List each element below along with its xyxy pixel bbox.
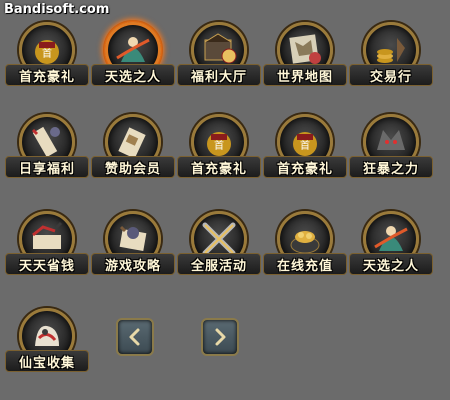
feature-button[interactable]: 首首充豪礼 bbox=[263, 110, 347, 182]
feature-button[interactable]: 赞助会员 bbox=[91, 110, 175, 182]
svg-text:首: 首 bbox=[42, 47, 52, 60]
feature-label: 首充豪礼 bbox=[263, 156, 347, 178]
feature-label: 日享福利 bbox=[5, 156, 89, 178]
feature-button[interactable]: 交易行 bbox=[349, 18, 433, 90]
chevron-right-icon bbox=[215, 328, 226, 346]
feature-button[interactable]: 狂暴之力 bbox=[349, 110, 433, 182]
feature-button[interactable]: 天选之人 bbox=[91, 18, 175, 90]
feature-label: 全服活动 bbox=[177, 253, 261, 275]
feature-label: 游戏攻略 bbox=[91, 253, 175, 275]
feature-button[interactable]: 游戏攻略 bbox=[91, 207, 175, 279]
feature-label: 交易行 bbox=[349, 64, 433, 86]
feature-button[interactable]: 天天省钱 bbox=[5, 207, 89, 279]
feature-button[interactable]: 天选之人 bbox=[349, 207, 433, 279]
feature-label: 仙宝收集 bbox=[5, 350, 89, 372]
feature-button[interactable]: 首首充豪礼 bbox=[177, 110, 261, 182]
feature-label: 首充豪礼 bbox=[177, 156, 261, 178]
prev-page-button[interactable] bbox=[116, 318, 154, 356]
feature-label: 赞助会员 bbox=[91, 156, 175, 178]
feature-button[interactable]: 世界地图 bbox=[263, 18, 347, 90]
feature-button[interactable]: 首首充豪礼 bbox=[5, 18, 89, 90]
feature-label: 首充豪礼 bbox=[5, 64, 89, 86]
feature-label: 天选之人 bbox=[349, 253, 433, 275]
chevron-left-icon bbox=[129, 328, 140, 346]
feature-button[interactable]: 仙宝收集 bbox=[5, 304, 89, 376]
feature-label: 福利大厅 bbox=[177, 64, 261, 86]
feature-button[interactable]: 日享福利 bbox=[5, 110, 89, 182]
feature-label: 世界地图 bbox=[263, 64, 347, 86]
feature-button[interactable]: 全服活动 bbox=[177, 207, 261, 279]
next-page-button[interactable] bbox=[201, 318, 239, 356]
svg-text:首: 首 bbox=[214, 139, 224, 152]
feature-label: 狂暴之力 bbox=[349, 156, 433, 178]
feature-button[interactable]: 在线充值 bbox=[263, 207, 347, 279]
feature-label: 天选之人 bbox=[91, 64, 175, 86]
feature-label: 天天省钱 bbox=[5, 253, 89, 275]
feature-button[interactable]: 福利大厅 bbox=[177, 18, 261, 90]
svg-text:首: 首 bbox=[300, 139, 310, 152]
feature-label: 在线充值 bbox=[263, 253, 347, 275]
